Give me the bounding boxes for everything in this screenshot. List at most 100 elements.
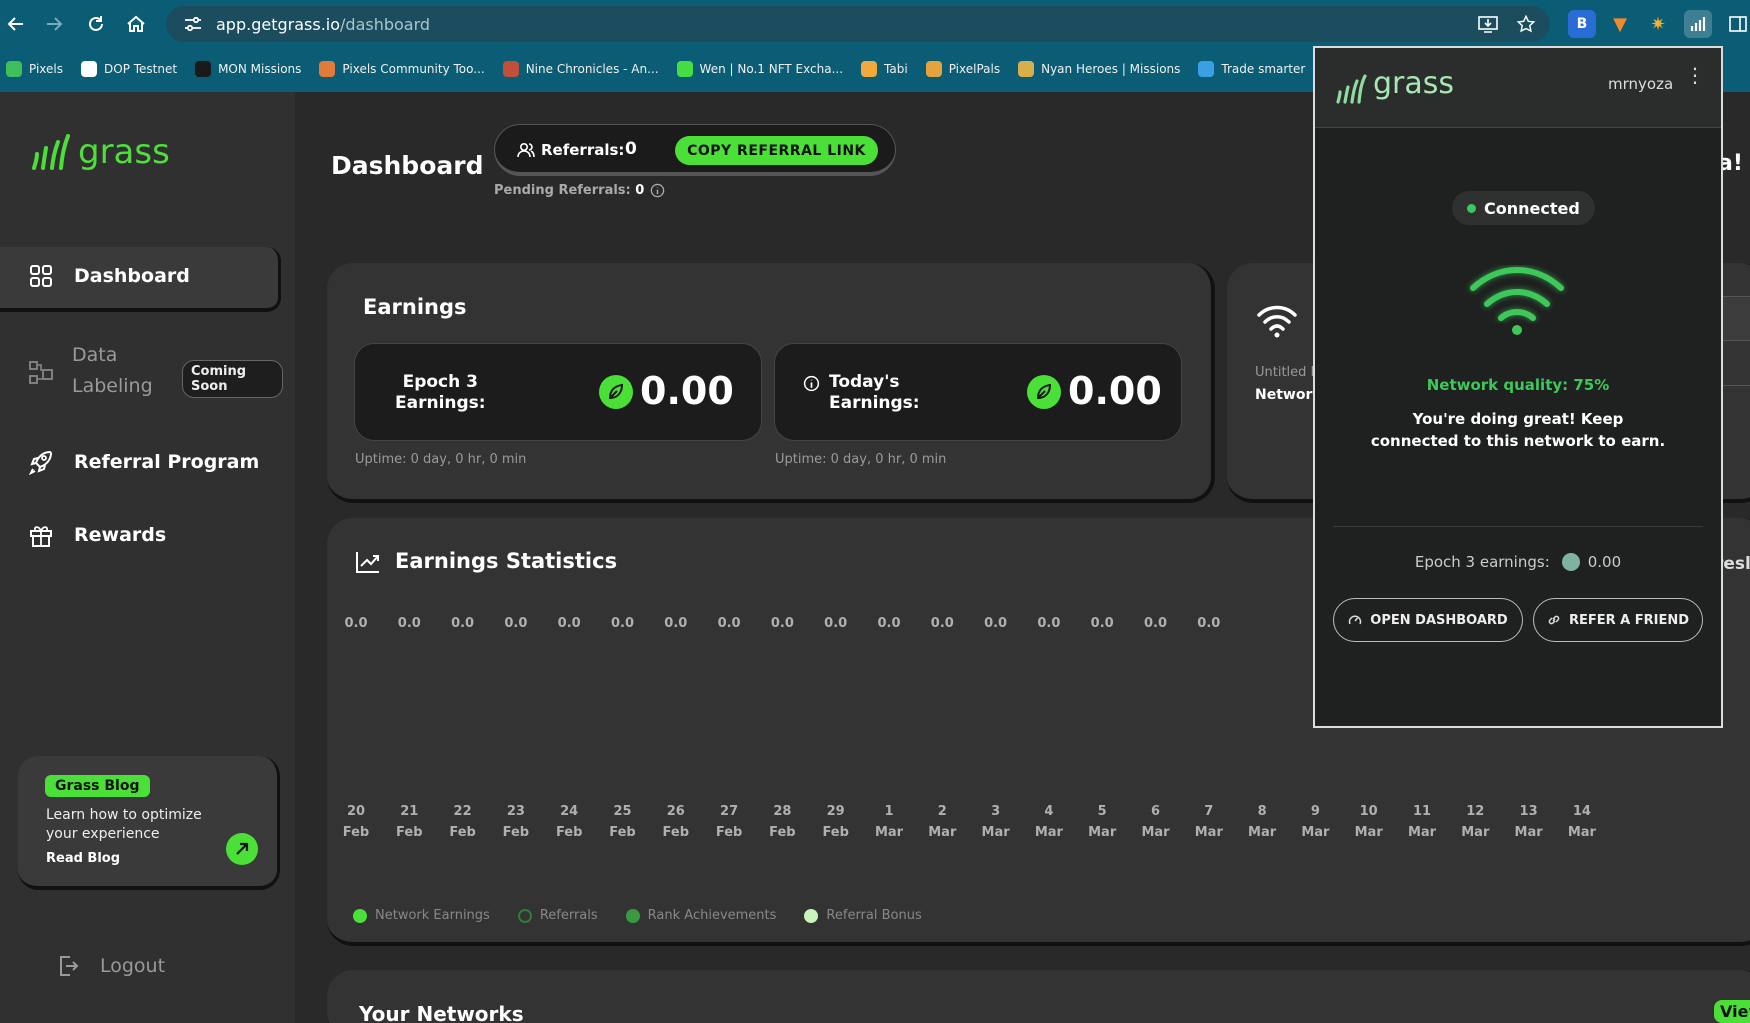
logo-text: grass: [78, 132, 170, 172]
network-label: Networ: [1255, 387, 1313, 403]
popup-logo-text: grass: [1373, 66, 1455, 101]
bookmark-star-icon[interactable]: [1516, 15, 1536, 33]
status-text: Connected: [1484, 198, 1580, 218]
date-label: 14 Mar: [1560, 801, 1604, 843]
date-label: 8 Mar: [1240, 801, 1284, 843]
referrals-label: Referrals:: [541, 141, 625, 159]
forward-button[interactable]: [40, 10, 68, 38]
legend-dot-icon: [517, 908, 532, 923]
back-button[interactable]: [2, 10, 30, 38]
date-label: 28 Feb: [760, 801, 804, 843]
date-label: 20 Feb: [334, 801, 378, 843]
sidebar-item-data-labeling[interactable]: Data Labeling Coming Soon: [28, 340, 283, 410]
network-quality: Network quality: 75%: [1426, 376, 1610, 394]
metamask-extension-icon[interactable]: ▼: [1606, 10, 1634, 38]
value-label: 0.0: [1090, 616, 1114, 631]
info-icon[interactable]: [803, 375, 820, 392]
sidebar-item-rewards[interactable]: Rewards: [28, 522, 166, 548]
date-day: 27: [720, 804, 739, 819]
side-panel-icon[interactable]: [1724, 10, 1750, 38]
date-label: 10 Mar: [1347, 801, 1391, 843]
bookmark-item[interactable]: MON Missions: [195, 61, 301, 77]
read-blog-link[interactable]: Read Blog: [46, 851, 120, 866]
date-day: 1: [884, 804, 894, 819]
sidebar-logo[interactable]: grass: [30, 132, 170, 172]
grass-token-icon: [1561, 553, 1580, 571]
bookmark-label: Nyan Heroes | Missions: [1041, 62, 1181, 76]
legend-item[interactable]: Rank Achievements: [625, 908, 776, 923]
sidebar-item-referral-program[interactable]: Referral Program: [28, 449, 259, 475]
value-label: 0.0: [664, 616, 688, 631]
grass-logo-icon: [32, 134, 70, 170]
bookmark-favicon-icon: [502, 61, 519, 77]
date-day: 3: [991, 804, 1001, 819]
date-month: Mar: [981, 825, 1010, 840]
bookmark-favicon-icon: [1198, 61, 1215, 77]
bookmark-item[interactable]: Tabi: [861, 61, 908, 77]
more-menu-icon[interactable]: ⋮: [1685, 65, 1705, 85]
date-label: 5 Mar: [1080, 801, 1124, 843]
bookmark-item[interactable]: Pixels: [6, 61, 63, 77]
bookmark-item[interactable]: Nyan Heroes | Missions: [1018, 61, 1180, 77]
grass-logo-icon: [1336, 74, 1367, 104]
sidebar-item-label: Referral Program: [74, 451, 260, 473]
arrow-up-right-icon[interactable]: [226, 833, 258, 865]
date-label: 23 Feb: [494, 801, 538, 843]
copy-referral-link-button[interactable]: COPY REFERRAL LINK: [675, 136, 878, 165]
reload-button[interactable]: [82, 10, 110, 38]
bookmark-item[interactable]: Trade smarter: [1198, 61, 1305, 77]
back-arrow-icon: [7, 17, 23, 31]
legend-label: Referral Bonus: [826, 908, 922, 923]
home-icon: [127, 15, 145, 32]
grid-icon: [28, 263, 54, 289]
extension-sun-icon[interactable]: ✷: [1644, 10, 1672, 38]
bookmark-label: Pixels Community Too...: [342, 62, 485, 76]
blog-card[interactable]: Grass Blog Learn how to optimize your ex…: [18, 756, 280, 890]
date-label: 12 Mar: [1453, 801, 1497, 843]
extension-b-icon[interactable]: B: [1568, 10, 1596, 38]
bookmark-item[interactable]: PixelPals: [925, 61, 1000, 77]
legend-item[interactable]: Referral Bonus: [804, 908, 922, 923]
sidebar: grass Dashboard Data Labeling Coming Soo…: [0, 92, 295, 1023]
value-label: 0.0: [557, 616, 581, 631]
value-label: 0.0: [717, 616, 741, 631]
install-app-icon[interactable]: [1478, 15, 1498, 33]
date-label: 24 Feb: [547, 801, 591, 843]
bookmark-item[interactable]: Pixels Community Too...: [319, 61, 485, 77]
info-icon[interactable]: [650, 183, 665, 198]
date-day: 2: [937, 804, 947, 819]
epoch-earnings-value: 0.00: [1587, 553, 1622, 571]
logout-button[interactable]: Logout: [56, 954, 165, 978]
grass-extension-icon[interactable]: [1684, 10, 1712, 38]
open-dashboard-button[interactable]: OPEN DASHBOARD: [1333, 598, 1523, 642]
grass-extension-popup: grass mrnyoza ⋮ Connected Network qualit…: [1313, 46, 1723, 728]
epoch-label: Earnings:: [395, 393, 486, 413]
pending-referrals: Pending Referrals: 0: [494, 183, 665, 198]
legend-item[interactable]: Referrals: [517, 908, 598, 923]
date-label: 2 Mar: [920, 801, 964, 843]
value-label: 0.0: [610, 616, 635, 631]
open-dashboard-label: OPEN DASHBOARD: [1370, 612, 1508, 628]
sidebar-item-dashboard[interactable]: Dashboard: [0, 247, 281, 312]
home-button[interactable]: [122, 10, 150, 38]
value-label: 0.0: [984, 616, 1008, 631]
date-month: Feb: [769, 825, 796, 840]
browser-toolbar: app.getgrass.io/dashboard B ▼ ✷: [0, 0, 1750, 46]
bookmark-favicon-icon: [195, 61, 212, 77]
site-settings-icon[interactable]: [184, 16, 202, 32]
legend-item[interactable]: Network Earnings: [353, 908, 490, 923]
date-month: Mar: [1141, 825, 1170, 840]
bookmark-item[interactable]: Wen | No.1 NFT Excha...: [676, 61, 843, 77]
date-label: 11 Mar: [1400, 801, 1444, 843]
bookmark-item[interactable]: Nine Chronicles - An...: [502, 61, 659, 77]
address-bar[interactable]: app.getgrass.io/dashboard: [166, 6, 1550, 42]
refer-friend-button[interactable]: REFER A FRIEND: [1533, 598, 1703, 642]
networks-title: Your Networks: [359, 1002, 524, 1023]
value-label: 0.0: [344, 616, 368, 631]
grass-logo-icon: [1690, 17, 1706, 31]
date-day: 9: [1310, 804, 1320, 819]
chart-line-icon: [356, 552, 379, 573]
bookmark-item[interactable]: DOP Testnet: [81, 61, 177, 77]
view-button[interactable]: View: [1714, 1000, 1750, 1023]
date-month: Mar: [1301, 825, 1330, 840]
